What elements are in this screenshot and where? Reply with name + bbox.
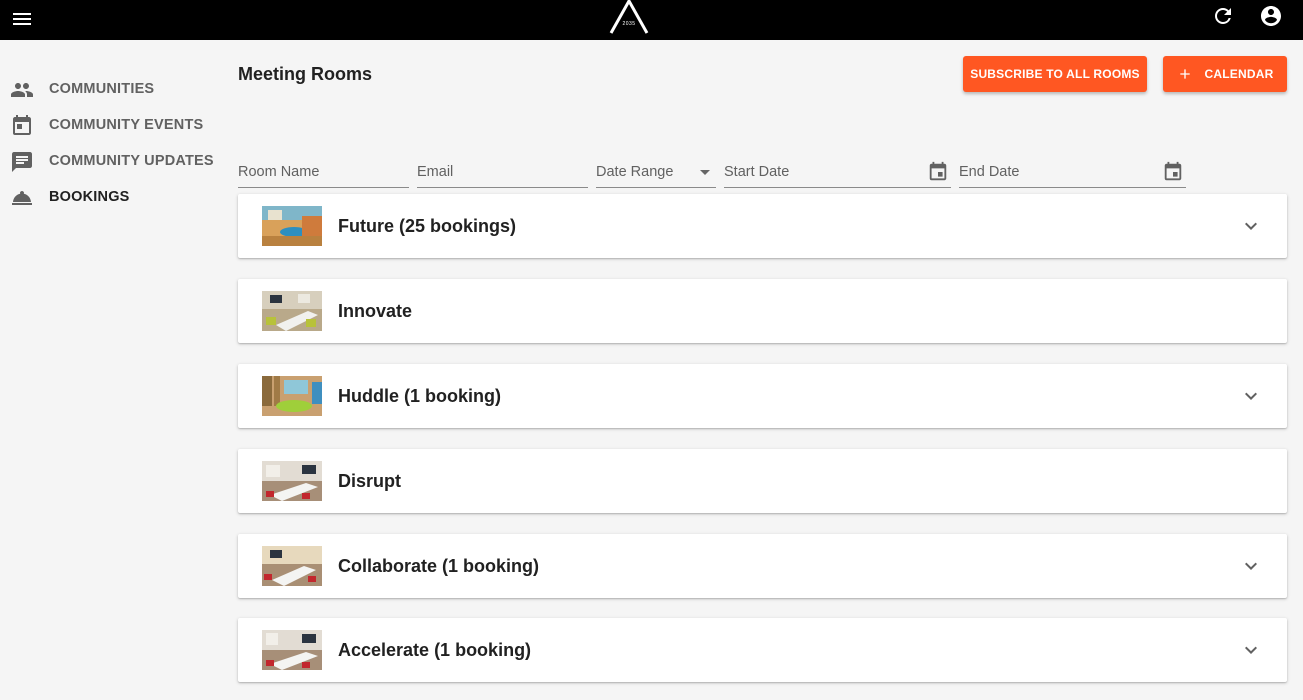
sidebar-item-communities[interactable]: COMMUNITIES: [0, 72, 215, 108]
chevron-down-icon[interactable]: [1239, 214, 1263, 238]
room-panel-disrupt[interactable]: Disrupt: [238, 449, 1287, 513]
sidebar-item-label: BOOKINGS: [49, 189, 130, 205]
sidebar-item-community-events[interactable]: COMMUNITY EVENTS: [0, 108, 215, 144]
room-panel-huddle[interactable]: Huddle (1 booking): [238, 364, 1287, 428]
room-thumbnail: [262, 376, 322, 416]
app-logo[interactable]: [609, 0, 649, 34]
start-date-field[interactable]: Start Date: [724, 160, 951, 188]
chevron-down-icon[interactable]: [1239, 638, 1263, 662]
room-panel-accelerate[interactable]: Accelerate (1 booking): [238, 618, 1287, 682]
sidebar-item-label: COMMUNITY EVENTS: [49, 117, 204, 133]
plus-icon: [1179, 69, 1190, 79]
menu-icon[interactable]: [10, 7, 34, 31]
room-title: Huddle (1 booking): [338, 386, 501, 406]
chat-icon: [10, 150, 34, 174]
dropdown-arrow-icon: [700, 170, 710, 175]
calendar-icon[interactable]: [1162, 161, 1184, 183]
date-range-label: Date Range: [596, 164, 674, 180]
room-title: Disrupt: [338, 471, 401, 491]
room-panel-future[interactable]: Future (25 bookings): [238, 194, 1287, 258]
subscribe-all-rooms-button[interactable]: SUBSCRIBE TO ALL ROOMS: [963, 56, 1147, 92]
chevron-down-icon[interactable]: [1239, 384, 1263, 408]
add-calendar-button[interactable]: CALENDAR: [1163, 56, 1287, 92]
room-thumbnail: [262, 630, 322, 670]
subscribe-button-label: SUBSCRIBE TO ALL ROOMS: [970, 67, 1140, 81]
start-date-label: Start Date: [724, 164, 790, 180]
room-thumbnail: [262, 291, 322, 331]
room-thumbnail: [262, 461, 322, 501]
sidebar-item-bookings[interactable]: BOOKINGS: [0, 180, 215, 216]
room-name-input[interactable]: [238, 160, 409, 187]
chevron-down-icon[interactable]: [1239, 554, 1263, 578]
sidebar-item-community-updates[interactable]: COMMUNITY UPDATES: [0, 144, 215, 180]
email-field[interactable]: Email: [417, 160, 588, 188]
calendar-button-label: CALENDAR: [1204, 67, 1274, 81]
email-input[interactable]: [417, 160, 588, 187]
logo-text: 2035: [622, 21, 636, 27]
room-thumbnail: [262, 546, 322, 586]
page-title: Meeting Rooms: [238, 64, 373, 84]
sidebar-item-label: COMMUNITIES: [49, 81, 155, 97]
calendar-icon[interactable]: [927, 161, 949, 183]
top-app-bar: 2035: [0, 0, 1303, 40]
room-title: Collaborate (1 booking): [338, 556, 540, 576]
room-thumbnail: [262, 206, 322, 246]
room-title: Accelerate (1 booking): [338, 640, 532, 660]
refresh-icon[interactable]: [1211, 4, 1235, 28]
room-name-field[interactable]: Room Name: [238, 160, 409, 188]
sidebar-item-label: COMMUNITY UPDATES: [49, 153, 214, 169]
room-service-icon: [10, 186, 34, 210]
date-range-select[interactable]: Date Range: [596, 160, 716, 188]
event-icon: [10, 114, 34, 138]
room-panel-collaborate[interactable]: Collaborate (1 booking): [238, 534, 1287, 598]
room-panel-innovate[interactable]: Innovate: [238, 279, 1287, 343]
account-circle-icon[interactable]: [1259, 4, 1283, 28]
room-title: Future (25 bookings): [338, 216, 517, 236]
room-title: Innovate: [338, 301, 413, 321]
end-date-field[interactable]: End Date: [959, 160, 1186, 188]
people-icon: [10, 78, 34, 102]
end-date-label: End Date: [959, 164, 1020, 180]
